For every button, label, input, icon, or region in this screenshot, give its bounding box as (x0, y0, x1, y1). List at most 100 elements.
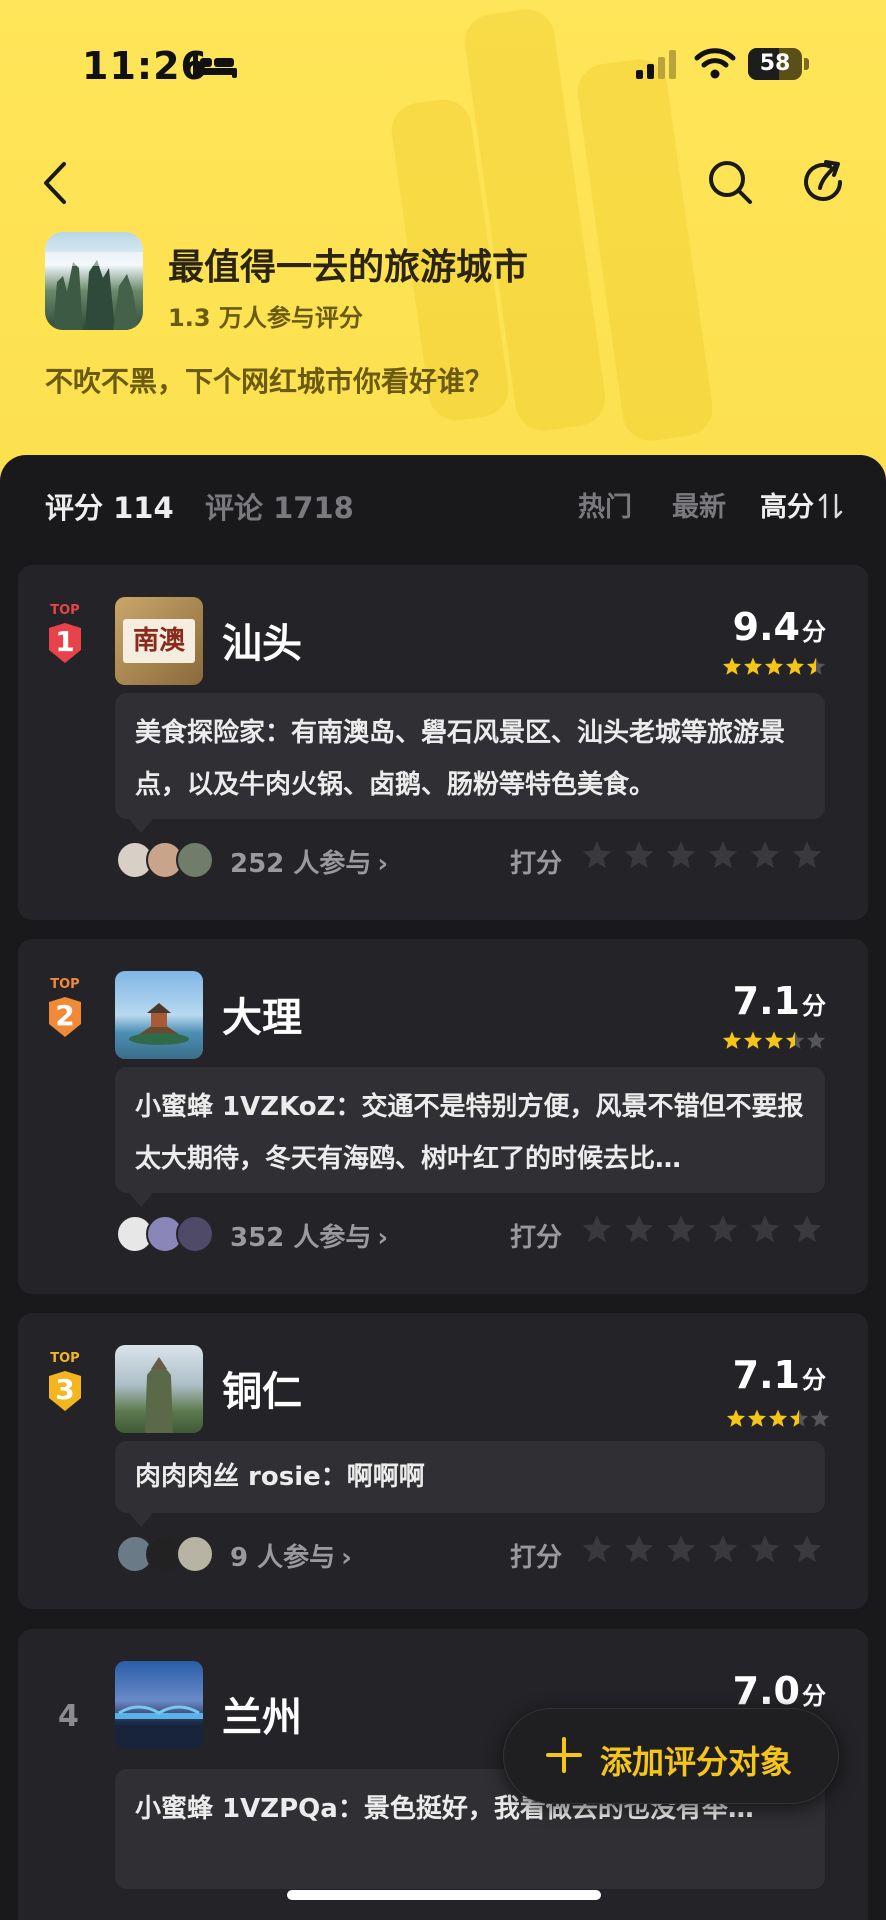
star-icon (743, 657, 763, 675)
rate-label: 打分 (510, 1543, 563, 1573)
city-name: 铜仁 (222, 1369, 302, 1415)
search-icon[interactable] (706, 158, 754, 206)
wifi-icon (694, 48, 736, 79)
sort-arrows-icon[interactable] (818, 491, 844, 521)
rank-badge: TOP 1 (44, 603, 86, 667)
participant-avatars[interactable] (116, 1535, 216, 1573)
score-value: 7.1 (732, 1353, 800, 1397)
rate-stars-input[interactable] (580, 1213, 844, 1247)
city-card[interactable]: TOP 3 铜仁 7.1分 肉肉肉丝 rosie：啊啊啊 9 人参与 › 打分 (18, 1313, 868, 1609)
rate-star-icon[interactable] (792, 841, 822, 869)
city-image[interactable] (115, 1345, 203, 1433)
sort-hot[interactable]: 热门 (578, 485, 632, 524)
star-icon (743, 1031, 763, 1049)
city-score: 9.4分 (733, 605, 826, 649)
rate-star-icon[interactable] (750, 1215, 780, 1243)
rate-star-icon[interactable] (666, 1535, 696, 1563)
star-icon (722, 657, 742, 675)
rate-stars-input[interactable] (580, 1533, 844, 1567)
star-icon (747, 1409, 767, 1427)
participants-link[interactable]: 9 人参与 › (230, 1537, 352, 1574)
comment-tail (129, 819, 153, 833)
score-value: 7.0 (732, 1669, 800, 1713)
rate-star-icon[interactable] (582, 841, 612, 869)
rate-star-icon[interactable] (666, 841, 696, 869)
city-image[interactable]: 南澳 (115, 597, 203, 685)
rank-number: 1 (55, 625, 75, 658)
rank-top-label: TOP (50, 1351, 80, 1366)
participants-count: 252 人参与 (230, 849, 372, 879)
star-icon (806, 1031, 826, 1049)
score-unit: 分 (802, 1682, 826, 1710)
city-image[interactable] (115, 1661, 203, 1749)
chevron-right-icon: › (377, 1223, 389, 1253)
comment-tail (129, 1513, 153, 1527)
star-icon (726, 1409, 746, 1427)
score-unit: 分 (802, 618, 826, 646)
sort-new[interactable]: 最新 (672, 485, 726, 524)
rate-star-icon[interactable] (582, 1215, 612, 1243)
avatar (176, 1215, 214, 1253)
star-rating-icon (722, 657, 826, 675)
chevron-left-icon[interactable] (36, 158, 76, 208)
rate-label: 打分 (510, 849, 563, 879)
star-icon (764, 1031, 784, 1049)
rank-number: 2 (55, 999, 75, 1032)
rate-star-icon[interactable] (708, 1215, 738, 1243)
featured-comment[interactable]: 美食探险家：有南澳岛、礐石风景区、汕头老城等旅游景点，以及牛肉火锅、卤鹅、肠粉等… (115, 693, 825, 833)
score-value: 9.4 (732, 605, 800, 649)
rank-number: 3 (55, 1373, 75, 1406)
city-name: 大理 (222, 995, 302, 1041)
rate-star-icon[interactable] (666, 1215, 696, 1243)
topic-cover-image (45, 232, 143, 330)
city-score: 7.1分 (733, 1353, 826, 1397)
tab-rating[interactable]: 评分 114 (45, 485, 174, 527)
avatar (176, 1535, 214, 1573)
comment-tail (129, 1193, 153, 1207)
city-card[interactable]: TOP 2 大理 7.1分 小蜜蜂 1VZKoZ：交通不是特别方便，风景不错但不… (18, 939, 868, 1294)
rate-star-icon[interactable] (750, 841, 780, 869)
sort-high[interactable]: 高分 (760, 485, 814, 524)
rate-star-icon[interactable] (708, 1535, 738, 1563)
rate-stars-input[interactable] (580, 839, 844, 873)
rate-star-icon[interactable] (624, 1535, 654, 1563)
city-image[interactable] (115, 971, 203, 1059)
avatar (176, 841, 214, 879)
score-unit: 分 (802, 992, 826, 1020)
rank-top-label: TOP (50, 977, 80, 992)
featured-comment[interactable]: 小蜜蜂 1VZKoZ：交通不是特别方便，风景不错但不要报太大期待，冬天有海鸥、树… (115, 1067, 825, 1207)
rate-star-icon[interactable] (624, 841, 654, 869)
rate-star-icon[interactable] (624, 1215, 654, 1243)
battery-icon: 58 (748, 48, 810, 80)
rate-star-icon[interactable] (792, 1215, 822, 1243)
home-indicator[interactable] (287, 1890, 601, 1900)
battery-body: 58 (748, 48, 802, 80)
star-icon (806, 657, 826, 675)
add-rating-target-button[interactable]: 添加评分对象 (503, 1708, 839, 1804)
city-card[interactable]: TOP 1 南澳 汕头 9.4分 美食探险家：有南澳岛、礐石风景区、汕头老城等旅… (18, 565, 868, 920)
participants-count: 352 人参与 (230, 1223, 372, 1253)
tab-comments[interactable]: 评论 1718 (205, 485, 354, 527)
participants-link[interactable]: 352 人参与 › (230, 1217, 388, 1254)
rate-star-icon[interactable] (708, 841, 738, 869)
participants-link[interactable]: 252 人参与 › (230, 843, 388, 880)
chevron-right-icon: › (377, 849, 389, 879)
participant-avatars[interactable] (116, 1215, 216, 1253)
share-icon[interactable] (800, 158, 848, 206)
city-score: 7.0分 (733, 1669, 826, 1713)
rank-badge: TOP 3 (44, 1351, 86, 1415)
star-icon (810, 1409, 830, 1427)
rate-star-icon[interactable] (582, 1535, 612, 1563)
rate-label: 打分 (510, 1223, 563, 1253)
score-unit: 分 (802, 1366, 826, 1394)
rate-star-icon[interactable] (750, 1535, 780, 1563)
participant-avatars[interactable] (116, 841, 216, 879)
city-image-sign: 南澳 (123, 619, 195, 663)
topic-title: 最值得一去的旅游城市 (168, 247, 529, 288)
rate-star-icon[interactable] (792, 1535, 822, 1563)
city-name: 兰州 (222, 1695, 302, 1741)
comment-text: 小蜜蜂 1VZKoZ：交通不是特别方便，风景不错但不要报太大期待，冬天有海鸥、树… (135, 1092, 804, 1174)
star-icon (789, 1409, 809, 1427)
comment-text: 肉肉肉丝 rosie：啊啊啊 (135, 1462, 425, 1492)
featured-comment[interactable]: 肉肉肉丝 rosie：啊啊啊 (115, 1441, 825, 1527)
